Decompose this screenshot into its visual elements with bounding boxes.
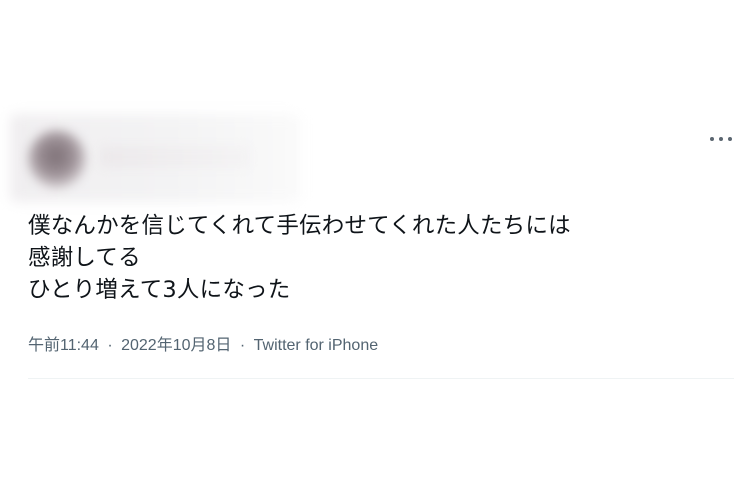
page: 僕なんかを信じてくれて手伝わせてくれた人たちには 感謝してる ひとり増えて3人に… (0, 0, 750, 500)
tweet-card: 僕なんかを信じてくれて手伝わせてくれた人たちには 感謝してる ひとり増えて3人に… (0, 108, 750, 382)
tweet-date[interactable]: 2022年10月8日 (121, 337, 231, 354)
blurred-author-name[interactable] (100, 146, 250, 168)
more-dot (728, 137, 732, 141)
tweet-source[interactable]: Twitter for iPhone (254, 337, 379, 354)
tweet-time[interactable]: 午前11:44 (28, 337, 99, 354)
meta-separator: · (107, 337, 113, 354)
tweet-text-line: 感謝してる (28, 245, 141, 271)
avatar[interactable] (28, 130, 86, 188)
meta-separator: · (239, 337, 246, 354)
tweet-text-line: ひとり増えて3人になった (28, 277, 291, 303)
tweet-text-line: 僕なんかを信じてくれて手伝わせてくれた人たちには (28, 213, 571, 239)
more-dot (719, 137, 723, 141)
tweet-meta: 午前11:44 · 2022年10月8日 · Twitter for iPhon… (28, 336, 378, 356)
more-dot (710, 137, 714, 141)
tweet-text: 僕なんかを信じてくれて手伝わせてくれた人たちには 感謝してる ひとり増えて3人に… (28, 210, 728, 306)
divider (28, 378, 734, 379)
more-options-icon[interactable] (710, 134, 732, 144)
